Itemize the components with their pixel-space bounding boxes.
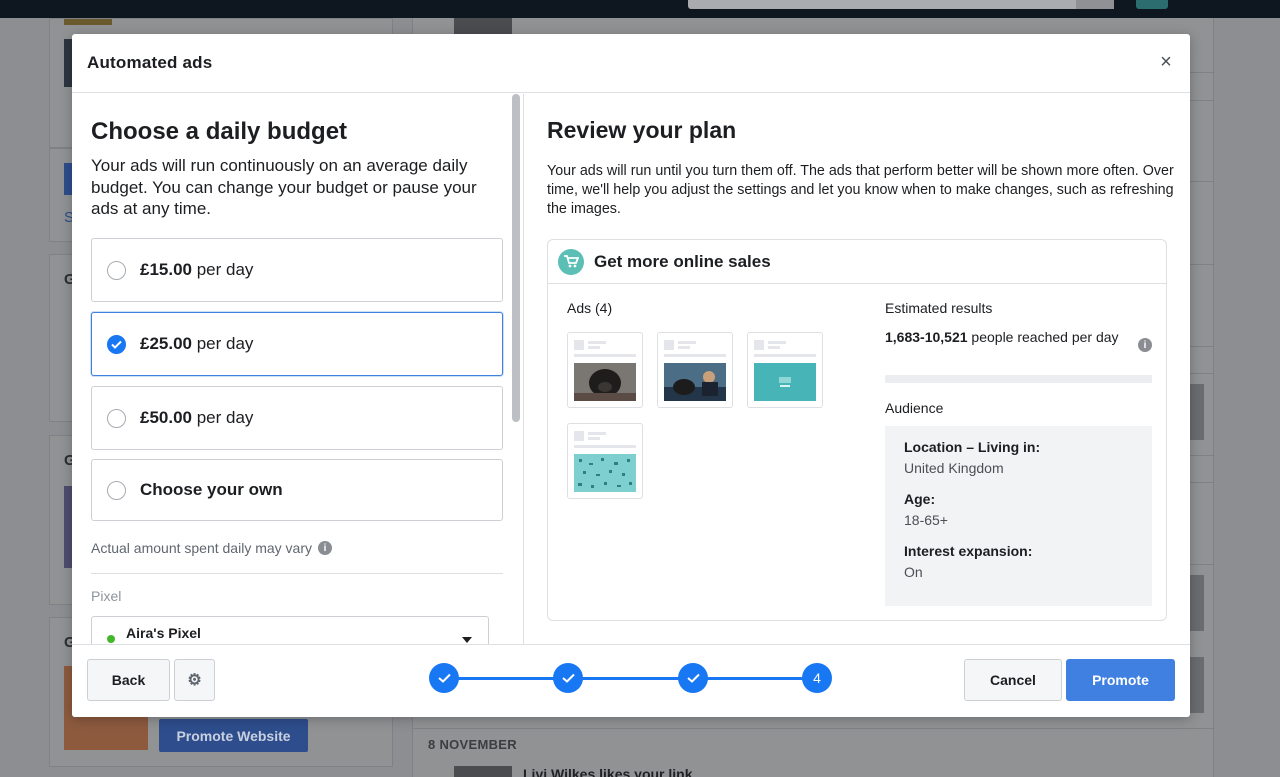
back-button[interactable]: Back bbox=[87, 659, 170, 701]
ad-image bbox=[574, 454, 636, 492]
info-icon[interactable]: i bbox=[1138, 338, 1152, 352]
budget-option-50[interactable]: £50.00 per day bbox=[91, 386, 503, 450]
ad-image bbox=[664, 363, 726, 401]
audience-value: 18-65+ bbox=[904, 512, 948, 528]
ad-image bbox=[574, 363, 636, 401]
pixel-dropdown[interactable]: Aira's Pixel bbox=[91, 616, 489, 644]
radio-button[interactable] bbox=[107, 480, 126, 500]
review-heading: Review your plan bbox=[547, 117, 737, 143]
check-icon bbox=[686, 673, 700, 683]
audience-value: United Kingdom bbox=[904, 460, 1004, 476]
audience-label: Audience bbox=[885, 400, 944, 416]
pixel-value: Aira's Pixel bbox=[126, 625, 201, 641]
ad-preview[interactable] bbox=[567, 332, 643, 408]
ads-label: Ads (4) bbox=[567, 300, 613, 316]
option-label: £50.00 per day bbox=[140, 408, 254, 427]
audience-key: Interest expansion: bbox=[904, 543, 1033, 559]
option-label: £25.00 per day bbox=[140, 334, 254, 353]
radio-button[interactable] bbox=[107, 408, 126, 428]
radio-button[interactable] bbox=[107, 260, 126, 280]
avatar bbox=[454, 766, 512, 777]
dialog-header: Automated ads × bbox=[72, 34, 1190, 93]
top-navigation-bar bbox=[0, 0, 1280, 18]
note-text: Actual amount spent daily may vary bbox=[91, 540, 312, 556]
budget-option-custom[interactable]: Choose your own bbox=[91, 459, 503, 521]
cart-icon bbox=[558, 248, 584, 275]
pixel-label: Pixel bbox=[91, 588, 122, 604]
audience-key: Age: bbox=[904, 491, 936, 507]
option-label: Choose your own bbox=[140, 480, 283, 499]
promote-website-button[interactable]: Promote Website bbox=[159, 719, 308, 752]
plan-card-header: Get more online sales bbox=[548, 240, 1166, 284]
ad-preview[interactable] bbox=[747, 332, 823, 408]
close-icon[interactable]: × bbox=[1156, 52, 1176, 72]
plan-goal: Get more online sales bbox=[594, 251, 771, 271]
budget-pane: Choose a daily budget Your ads will run … bbox=[72, 94, 523, 644]
date-header: 8 NOVEMBER bbox=[428, 737, 517, 752]
review-description: Your ads will run until you turn them of… bbox=[547, 163, 1174, 217]
dialog-title: Automated ads bbox=[87, 53, 213, 72]
budget-heading: Choose a daily budget bbox=[91, 118, 348, 145]
check-icon bbox=[561, 673, 575, 683]
info-icon[interactable]: i bbox=[318, 541, 332, 555]
audience-summary: Location – Living in: United Kingdom Age… bbox=[885, 426, 1152, 606]
notification-text[interactable]: Livi Wilkes likes your link bbox=[523, 766, 693, 777]
option-label: £15.00 per day bbox=[140, 260, 254, 279]
estimated-results-label: Estimated results bbox=[885, 300, 993, 316]
dialog-footer: Back ⚙ 4 Cancel Promote bbox=[72, 644, 1190, 717]
budget-option-15[interactable]: £15.00 per day bbox=[91, 238, 503, 302]
audience-value: On bbox=[904, 564, 923, 580]
search-button[interactable] bbox=[1076, 0, 1114, 9]
progress-line bbox=[444, 677, 819, 680]
audience-key: Location – Living in: bbox=[904, 439, 1041, 455]
ad-image bbox=[754, 363, 816, 401]
step-complete bbox=[553, 663, 583, 693]
budget-option-25[interactable]: £25.00 per day bbox=[91, 312, 503, 376]
check-icon bbox=[111, 340, 122, 349]
search-input[interactable] bbox=[688, 0, 1114, 9]
review-pane: Review your plan Your ads will run until… bbox=[524, 94, 1190, 644]
ad-preview[interactable] bbox=[657, 332, 733, 408]
status-dot bbox=[107, 635, 115, 643]
estimated-reach: 1,683-10,521 people reached per day bbox=[885, 329, 1119, 345]
automated-ads-dialog: Automated ads × Choose a daily budget Yo… bbox=[72, 34, 1190, 717]
step-complete bbox=[429, 663, 459, 693]
budget-note: Actual amount spent daily may vary i bbox=[91, 540, 332, 556]
nav-button[interactable] bbox=[1136, 0, 1168, 9]
cancel-button[interactable]: Cancel bbox=[964, 659, 1062, 701]
scrollbar[interactable] bbox=[512, 94, 520, 422]
promote-button[interactable]: Promote bbox=[1066, 659, 1175, 701]
ad-preview[interactable] bbox=[567, 423, 643, 499]
radio-button-checked[interactable] bbox=[107, 334, 126, 354]
reach-bar bbox=[885, 375, 1152, 383]
divider bbox=[413, 728, 1213, 729]
plan-card: Get more online sales Ads (4) Estimated … bbox=[547, 239, 1167, 621]
divider bbox=[91, 573, 503, 574]
chevron-down-icon bbox=[462, 637, 472, 643]
budget-description: Your ads will run continuously on an ave… bbox=[91, 156, 477, 218]
step-current: 4 bbox=[802, 663, 832, 693]
gear-icon[interactable]: ⚙ bbox=[174, 659, 215, 701]
step-complete bbox=[678, 663, 708, 693]
thumbnail bbox=[64, 19, 112, 25]
check-icon bbox=[437, 673, 451, 683]
